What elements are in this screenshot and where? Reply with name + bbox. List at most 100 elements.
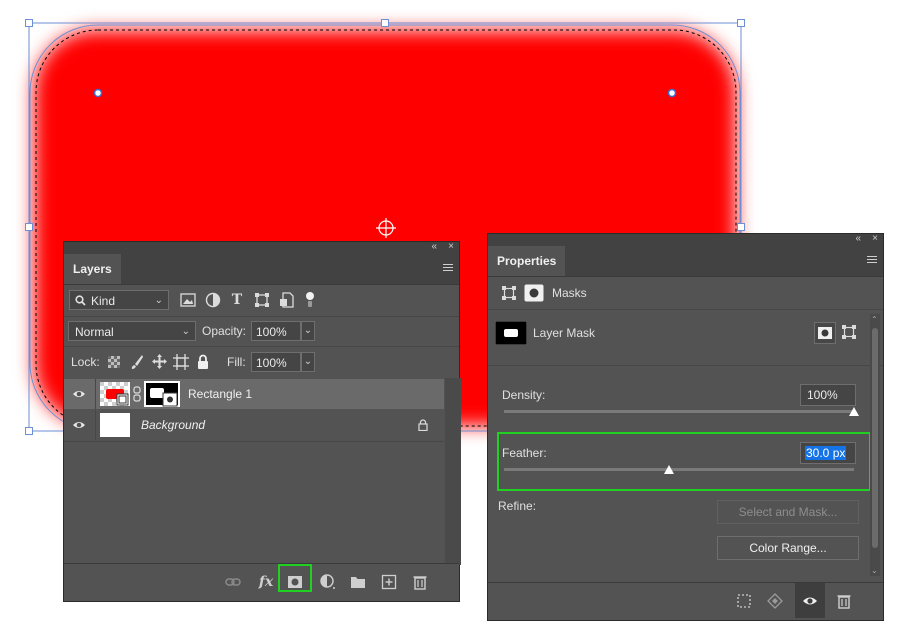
handle-top-left[interactable] [25, 19, 33, 27]
layer-mask-label: Layer Mask [533, 326, 596, 340]
handle-top-center[interactable] [381, 19, 389, 27]
chevron-down-icon: ⌄ [154, 295, 163, 306]
layers-tab-row: Layers [64, 254, 459, 285]
fill-slider-toggle[interactable]: ⌄ [301, 352, 315, 372]
layer-thumbnail-icon[interactable] [100, 382, 130, 406]
corner-radius-handle-left[interactable] [93, 88, 103, 98]
add-mask-icon[interactable] [287, 574, 303, 590]
panel-menu-icon[interactable] [867, 254, 877, 266]
properties-panel-header: « × [488, 233, 883, 246]
adjustment-layer-icon[interactable] [320, 574, 336, 590]
kind-filter-dropdown[interactable]: Kind ⌄ [69, 290, 169, 310]
lock-all-icon[interactable] [197, 354, 209, 369]
corner-radius-handle-right[interactable] [667, 88, 677, 98]
tab-layers[interactable]: Layers [64, 254, 121, 284]
feather-field[interactable]: 30.0 px [800, 442, 856, 464]
fill-label: Fill: [227, 355, 246, 369]
layer-mask-thumbnail-icon[interactable] [495, 321, 527, 345]
layer-name[interactable]: Rectangle 1 [188, 379, 252, 409]
layer-locked-icon [418, 419, 428, 431]
lock-label: Lock: [71, 355, 100, 369]
close-panel-icon[interactable]: × [448, 241, 454, 253]
lock-transparent-pixels-icon[interactable] [108, 356, 120, 368]
density-slider-track[interactable] [504, 410, 854, 413]
layers-bottom-bar: fx [64, 563, 459, 600]
eye-icon [803, 597, 817, 605]
smart-object-filter-icon[interactable] [279, 292, 295, 308]
lock-fill-row: Lock: Fill: 100% ⌄ [64, 346, 459, 379]
layer-name[interactable]: Background [141, 410, 205, 440]
scroll-up-icon[interactable]: ⌃ [871, 315, 878, 324]
filter-toggle-icon[interactable] [305, 291, 315, 309]
handle-bottom-left[interactable] [25, 427, 33, 435]
select-and-mask-button[interactable]: Select and Mask... [717, 500, 859, 524]
properties-panel: « × Properties Masks Layer Mask Density:… [487, 233, 884, 621]
kind-filter-label: Kind [91, 294, 116, 308]
select-vector-mask-icon[interactable] [842, 325, 856, 339]
select-pixel-mask-icon[interactable] [814, 322, 836, 344]
handle-top-right[interactable] [737, 19, 745, 27]
feather-value-selected: 30.0 px [805, 446, 847, 460]
blend-mode-value: Normal [75, 325, 114, 339]
properties-scrollbar[interactable]: ⌃ ⌄ [870, 314, 880, 576]
handle-mid-left[interactable] [25, 223, 33, 231]
lock-position-icon[interactable] [152, 354, 167, 369]
fx-icon[interactable]: fx [256, 574, 276, 590]
visibility-eye-icon[interactable] [72, 418, 86, 432]
new-group-icon[interactable] [350, 574, 366, 590]
handle-mid-right[interactable] [737, 223, 745, 231]
delete-mask-icon[interactable] [836, 593, 852, 609]
mask-link-icon[interactable] [133, 386, 141, 402]
link-layers-icon[interactable] [225, 574, 241, 590]
scroll-thumb[interactable] [872, 328, 878, 548]
tab-properties[interactable]: Properties [488, 246, 566, 276]
layers-panel: « × Layers Kind ⌄ T Normal ⌄ Opacity: 10… [63, 241, 461, 602]
density-slider-knob[interactable] [849, 407, 859, 416]
blend-mode-dropdown[interactable]: Normal ⌄ [68, 321, 196, 341]
masks-header-row: Masks [488, 277, 883, 310]
shape-filter-icon[interactable] [254, 292, 270, 308]
list-divider [64, 441, 444, 442]
type-filter-icon[interactable]: T [229, 292, 245, 308]
collapse-panel-icon[interactable]: « [431, 241, 437, 253]
density-field[interactable]: 100% [800, 384, 856, 406]
lock-artboard-icon[interactable] [173, 354, 189, 370]
pixel-mask-icon[interactable] [524, 284, 544, 302]
adjustment-filter-icon[interactable] [205, 292, 221, 308]
blend-opacity-row: Normal ⌄ Opacity: 100% ⌄ [64, 316, 459, 347]
lock-image-pixels-icon[interactable] [130, 354, 144, 370]
background-thumbnail[interactable] [100, 413, 130, 437]
masks-section-label: Masks [552, 286, 587, 300]
layer-row-rectangle-1[interactable]: Rectangle 1 [64, 379, 444, 409]
feather-slider-track[interactable] [504, 468, 854, 471]
image-filter-icon[interactable] [180, 293, 196, 307]
fill-field[interactable]: 100% [251, 352, 301, 372]
close-panel-icon[interactable]: × [872, 233, 878, 245]
feather-label: Feather: [502, 446, 547, 460]
layer-list: Rectangle 1 Background [64, 378, 461, 565]
chevron-down-icon: ⌄ [181, 326, 190, 337]
color-range-button[interactable]: Color Range... [717, 536, 859, 560]
refine-label: Refine: [498, 499, 537, 513]
scroll-down-icon[interactable]: ⌄ [871, 566, 878, 575]
mask-visibility-toggle[interactable] [795, 583, 825, 618]
visibility-eye-icon[interactable] [72, 387, 86, 401]
collapse-panel-icon[interactable]: « [855, 233, 861, 245]
opacity-label: Opacity: [202, 324, 247, 338]
load-selection-icon[interactable] [736, 593, 752, 609]
delete-layer-icon[interactable] [412, 574, 428, 590]
layers-scrollbar[interactable] [445, 378, 461, 565]
opacity-field[interactable]: 100% [251, 321, 301, 341]
layers-panel-header: « × [64, 241, 459, 254]
panel-menu-icon[interactable] [443, 262, 453, 274]
vector-mask-icon[interactable] [502, 286, 516, 300]
opacity-slider-toggle[interactable]: ⌄ [301, 321, 315, 341]
search-icon [75, 295, 86, 306]
layer-row-background[interactable]: Background [64, 410, 444, 440]
feather-slider-knob[interactable] [663, 465, 674, 474]
layer-mask-thumbnail-icon[interactable] [144, 381, 180, 407]
new-layer-icon[interactable] [381, 574, 397, 590]
apply-mask-icon[interactable] [767, 593, 783, 609]
properties-bottom-bar [488, 582, 883, 619]
layer-mask-row: Layer Mask [488, 310, 883, 366]
